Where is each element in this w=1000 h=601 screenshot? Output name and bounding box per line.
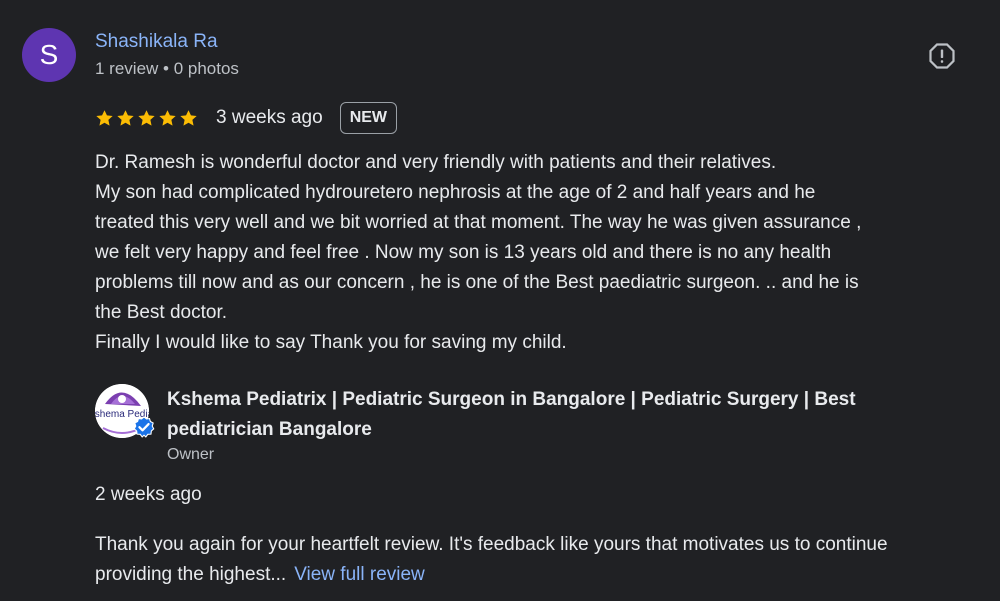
- star-icon: [138, 109, 155, 126]
- report-icon[interactable]: [929, 43, 955, 69]
- view-full-review-link[interactable]: View full review: [294, 564, 425, 585]
- owner-reply: Thank you again for your heartfelt revie…: [95, 530, 955, 590]
- review-line: the Best doctor.: [95, 302, 228, 323]
- reviewer-name[interactable]: Shashikala Ra: [95, 30, 218, 54]
- review-line: My son had complicated hydrouretero neph…: [95, 182, 816, 203]
- reviewer-stats: 1 review • 0 photos: [95, 59, 239, 78]
- review-line: Finally I would like to say Thank you fo…: [95, 332, 567, 353]
- review-line: Dr. Ramesh is wonderful doctor and very …: [95, 152, 777, 173]
- review-time: 3 weeks ago: [216, 107, 323, 128]
- star-icon: [117, 109, 134, 126]
- rating-row: 3 weeks ago NEW: [95, 101, 398, 135]
- review-line: we felt very happy and feel free . Now m…: [95, 242, 832, 263]
- verified-icon: [133, 416, 155, 438]
- star-icon: [180, 109, 197, 126]
- reviewer-avatar[interactable]: S: [22, 28, 76, 82]
- reply-text: Thank you again for your heartfelt revie…: [95, 534, 888, 585]
- reply-time: 2 weeks ago: [95, 484, 202, 505]
- owner-name: Kshema Pediatrix | Pediatric Surgeon in …: [167, 389, 856, 440]
- star-icon: [96, 109, 113, 126]
- review-text: Dr. Ramesh is wonderful doctor and very …: [95, 148, 980, 358]
- star-rating: [95, 109, 198, 128]
- star-icon: [159, 109, 176, 126]
- review-line: problems till now and as our concern , h…: [95, 272, 859, 293]
- new-badge: NEW: [339, 102, 398, 134]
- review-line: treated this very well and we bit worrie…: [95, 212, 862, 233]
- owner-label: Owner: [167, 446, 215, 463]
